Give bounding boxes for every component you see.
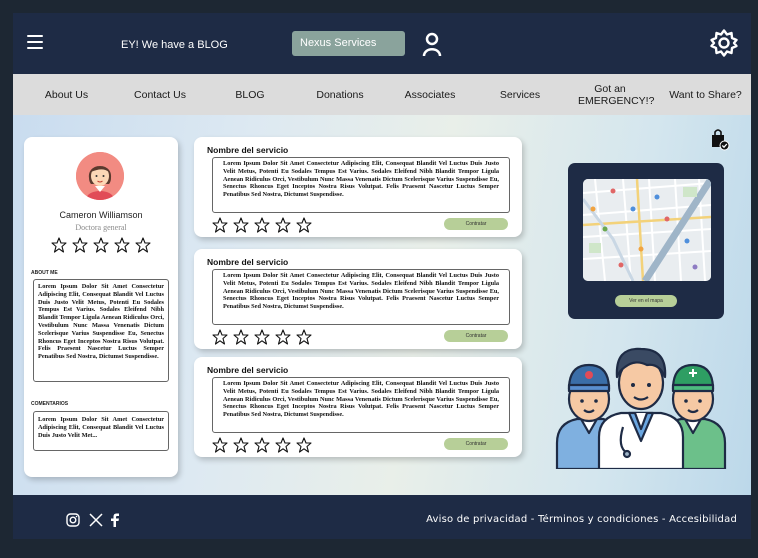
- star-icon[interactable]: [212, 217, 228, 233]
- main-content: Cameron Williamson Doctora general ABOUT…: [13, 115, 751, 495]
- service-description: Lorem Ipsum Dolor Sit Amet Consectetur A…: [212, 377, 510, 433]
- star-icon[interactable]: [296, 437, 312, 453]
- contratar-button[interactable]: Contratar: [444, 330, 508, 342]
- main-nav: About Us Contact Us BLOG Donations Assoc…: [13, 74, 751, 115]
- about-me-label: ABOUT ME: [31, 270, 58, 276]
- nav-item-blog[interactable]: BLOG: [200, 89, 300, 101]
- comments-label: COMENTARIOS: [31, 401, 69, 407]
- service-description: Lorem Ipsum Dolor Sit Amet Consectetur A…: [212, 157, 510, 213]
- service-card: Nombre del servicio Lorem Ipsum Dolor Si…: [194, 249, 522, 349]
- service-card: Nombre del servicio Lorem Ipsum Dolor Si…: [194, 357, 522, 457]
- contratar-button[interactable]: Contratar: [444, 438, 508, 450]
- star-icon[interactable]: [254, 217, 270, 233]
- view-on-map-button[interactable]: Ver en el mapa: [615, 295, 677, 307]
- map-card: Ver en el mapa: [568, 163, 724, 319]
- star-icon[interactable]: [51, 237, 67, 253]
- facebook-icon[interactable]: [110, 513, 120, 527]
- nav-item-share[interactable]: Want to Share?: [660, 89, 751, 101]
- star-icon[interactable]: [275, 437, 291, 453]
- star-icon[interactable]: [114, 237, 130, 253]
- header-title: EY! We have a BLOG: [121, 39, 228, 51]
- star-icon[interactable]: [233, 437, 249, 453]
- star-icon[interactable]: [233, 217, 249, 233]
- header: EY! We have a BLOG Nexus Services: [13, 13, 751, 74]
- profile-rating[interactable]: [51, 237, 156, 253]
- service-title: Nombre del servicio: [207, 257, 289, 267]
- nav-item-contact-us[interactable]: Contact Us: [120, 89, 200, 101]
- doctors-illustration: [555, 347, 727, 469]
- star-icon[interactable]: [233, 329, 249, 345]
- map-view[interactable]: [583, 179, 711, 281]
- nav-item-about-us[interactable]: About Us: [13, 89, 120, 101]
- about-me-text: Lorem Ipsum Dolor Sit Amet Consectetur A…: [33, 279, 169, 382]
- nav-item-donations[interactable]: Donations: [300, 89, 380, 101]
- nexus-services-button[interactable]: Nexus Services: [292, 31, 405, 56]
- nav-item-associates[interactable]: Associates: [380, 89, 480, 101]
- star-icon[interactable]: [135, 237, 151, 253]
- app-frame: EY! We have a BLOG Nexus Services About …: [13, 13, 751, 539]
- footer: Aviso de privacidad - Términos y condici…: [13, 495, 751, 539]
- nav-item-services[interactable]: Services: [480, 89, 560, 101]
- instagram-icon[interactable]: [66, 513, 80, 527]
- star-icon[interactable]: [296, 217, 312, 233]
- service-title: Nombre del servicio: [207, 365, 289, 375]
- profile-card: Cameron Williamson Doctora general ABOUT…: [24, 137, 178, 477]
- hamburger-icon[interactable]: [27, 35, 43, 49]
- star-icon[interactable]: [275, 329, 291, 345]
- star-icon[interactable]: [275, 217, 291, 233]
- shopping-bag-icon[interactable]: [707, 127, 731, 151]
- nav-item-emergency[interactable]: Got an EMERGENCY!?: [560, 83, 660, 107]
- service-title: Nombre del servicio: [207, 145, 289, 155]
- service-rating[interactable]: [212, 217, 317, 233]
- contratar-button[interactable]: Contratar: [444, 218, 508, 230]
- comments-text: Lorem Ipsum Dolor Sit Amet Consectetur A…: [33, 411, 169, 451]
- gear-icon[interactable]: [709, 28, 739, 58]
- star-icon[interactable]: [93, 237, 109, 253]
- footer-links[interactable]: Aviso de privacidad - Términos y condici…: [426, 514, 737, 525]
- star-icon[interactable]: [212, 437, 228, 453]
- star-icon[interactable]: [296, 329, 312, 345]
- avatar: [76, 152, 124, 200]
- star-icon[interactable]: [212, 329, 228, 345]
- user-icon[interactable]: [421, 31, 443, 57]
- service-rating[interactable]: [212, 437, 317, 453]
- profile-role: Doctora general: [75, 223, 127, 232]
- star-icon[interactable]: [72, 237, 88, 253]
- x-icon[interactable]: [89, 513, 103, 527]
- profile-name: Cameron Williamson: [59, 210, 143, 220]
- service-description: Lorem Ipsum Dolor Sit Amet Consectetur A…: [212, 269, 510, 325]
- service-card: Nombre del servicio Lorem Ipsum Dolor Si…: [194, 137, 522, 237]
- star-icon[interactable]: [254, 437, 270, 453]
- service-rating[interactable]: [212, 329, 317, 345]
- star-icon[interactable]: [254, 329, 270, 345]
